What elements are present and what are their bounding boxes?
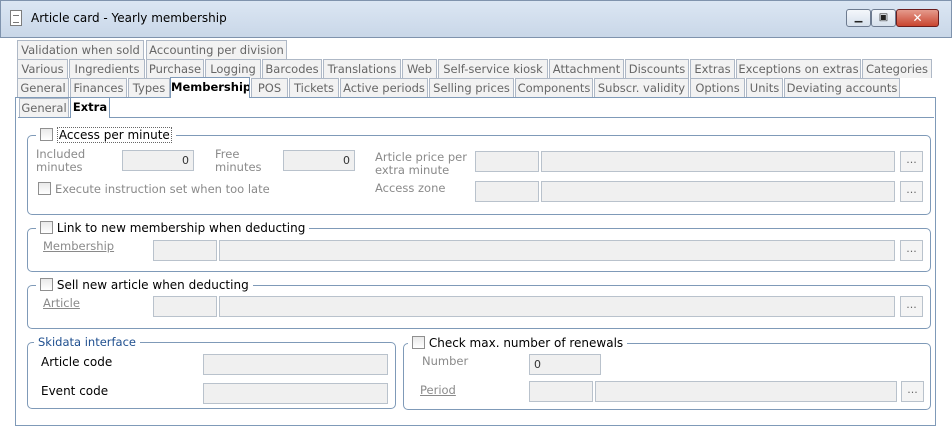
renewals-label: Check max. number of renewals [428,336,624,350]
minimize-button[interactable]: ▁ [846,9,871,27]
article-price-lookup-button[interactable]: ... [900,151,923,172]
tab-pos[interactable]: POS [251,78,288,97]
access-zone-label: Access zone [375,181,446,195]
tab-options[interactable]: Options [690,78,745,97]
tab-attachment[interactable]: Attachment [549,59,624,78]
sell-article-checkbox[interactable] [40,278,53,291]
tab-components[interactable]: Components [515,78,593,97]
access-per-minute-label: Access per minute [56,127,172,143]
membership-description-field[interactable] [219,240,895,261]
renewals-period-description-field[interactable] [595,381,897,402]
renewals-checkbox[interactable] [412,336,425,349]
renewals-period-lookup-button[interactable]: ... [901,381,924,402]
free-minutes-field[interactable]: 0 [283,150,355,171]
tab-finances[interactable]: Finances [70,78,127,97]
tab-barcodes[interactable]: Barcodes [262,59,322,78]
subtab-general[interactable]: General [19,98,69,117]
skidata-event-code-field[interactable] [203,383,388,404]
membership-lookup-button[interactable]: ... [900,240,923,261]
article-price-label: Article price per extra minute [375,150,467,177]
link-membership-legend: Link to new membership when deducting [36,221,310,235]
sell-article-legend: Sell new article when deducting [36,278,253,292]
article-description-field[interactable] [219,296,895,317]
renewals-number-label: Number [422,354,469,368]
skidata-legend: Skidata interface [34,335,141,349]
link-membership-label: Link to new membership when deducting [56,221,306,235]
tab-membership[interactable]: Membership [170,77,250,98]
tab-logging[interactable]: Logging [205,59,261,78]
window-title: Article card - Yearly membership [31,11,227,25]
article-link[interactable]: Article [43,296,80,310]
tab-active-periods[interactable]: Active periods [340,78,428,97]
tab-accounting-per-division[interactable]: Accounting per division [146,40,287,59]
membership-code-field[interactable] [153,240,217,261]
access-per-minute-checkbox[interactable] [40,128,53,141]
membership-link[interactable]: Membership [43,239,114,253]
article-code-field[interactable] [153,296,217,317]
tab-types[interactable]: Types [128,78,170,97]
renewals-legend: Check max. number of renewals [408,336,628,350]
tab-extras[interactable]: Extras [690,59,735,78]
execute-instruction-checkbox[interactable] [38,182,51,195]
tab-exceptions-on-extras[interactable]: Exceptions on extras [736,59,861,78]
tab-discounts[interactable]: Discounts [625,59,689,78]
tab-web[interactable]: Web [402,59,437,78]
access-per-minute-legend: Access per minute [36,127,176,143]
close-button[interactable]: ✕ [896,9,939,27]
renewals-number-field[interactable]: 0 [529,354,601,375]
article-price-description-field[interactable] [541,151,895,172]
tab-selling-prices[interactable]: Selling prices [429,78,514,97]
tab-tickets[interactable]: Tickets [289,78,339,97]
tab-units[interactable]: Units [746,78,783,97]
tab-validation-when-sold[interactable]: Validation when sold [17,40,144,59]
access-per-minute-group [27,135,931,215]
included-minutes-label: Included minutes [36,147,86,174]
tab-categories[interactable]: Categories [862,59,932,78]
skidata-article-code-label: Article code [41,355,113,369]
sell-article-label: Sell new article when deducting [56,278,249,292]
renewals-period-link[interactable]: Period [420,383,456,397]
subtab-extra[interactable]: Extra [70,97,110,118]
tab-subscr-validity[interactable]: Subscr. validity [594,78,689,97]
tab-translations[interactable]: Translations [323,59,401,78]
tab-various[interactable]: Various [17,59,68,78]
maximize-button[interactable]: ▣ [871,9,896,27]
access-zone-code-field[interactable] [475,181,539,202]
article-lookup-button[interactable]: ... [900,296,923,317]
article-price-code-field[interactable] [475,151,539,172]
execute-instruction-label: Execute instruction set when too late [55,182,270,196]
skidata-article-code-field[interactable] [203,354,388,375]
tab-purchase[interactable]: Purchase [146,59,204,78]
access-zone-lookup-button[interactable]: ... [900,181,923,202]
tab-self-service-kiosk[interactable]: Self-service kiosk [438,59,548,78]
renewals-period-code-field[interactable] [529,381,593,402]
tab-general[interactable]: General [17,78,69,97]
included-minutes-field[interactable]: 0 [122,150,194,171]
tab-ingredients[interactable]: Ingredients [69,59,145,78]
access-zone-description-field[interactable] [541,181,895,202]
tab-deviating-accounts[interactable]: Deviating accounts [784,78,900,97]
article-card-icon [10,10,22,26]
skidata-event-code-label: Event code [41,384,109,398]
link-membership-checkbox[interactable] [40,221,53,234]
free-minutes-label: Free minutes [215,147,262,174]
